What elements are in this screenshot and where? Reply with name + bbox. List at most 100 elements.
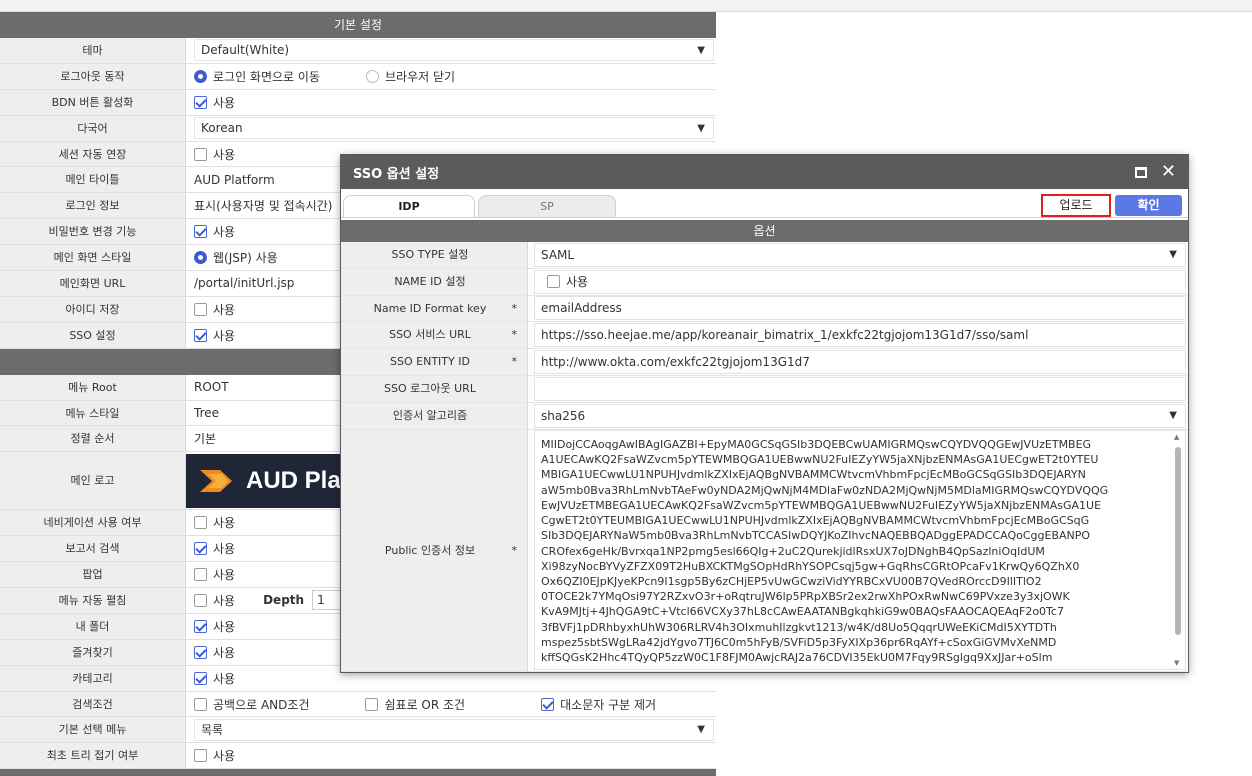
tab-sp[interactable]: SP (478, 195, 616, 217)
scroll-thumb[interactable] (1175, 447, 1181, 636)
maximize-icon[interactable] (1134, 166, 1147, 178)
row-label: 검색조건 (0, 691, 186, 717)
field-name-id-format: Name ID Format key * emailAddress (341, 295, 1188, 323)
required-mark: * (511, 355, 518, 369)
cert-algorithm-select[interactable]: sha256 ▼ (534, 403, 1186, 428)
checkbox-label: 사용 (213, 302, 236, 317)
field-label: SSO TYPE 설정 (341, 242, 528, 268)
confirm-button[interactable]: 확인 (1115, 195, 1182, 216)
row-label: 로그인 정보 (0, 193, 186, 219)
row-theme: 테마 Default(White) ▼ (0, 38, 716, 64)
sso-options-dialog: SSO 옵션 설정 ✕ IDP SP 업로드 확인 옵션 SSO TYPE 설정… (340, 154, 1189, 673)
checkbox-icon (194, 697, 207, 711)
row-label: 메뉴 Root (0, 374, 186, 400)
row-label: 최초 트리 접기 여부 (0, 743, 186, 769)
field-label: SSO ENTITY ID * (341, 349, 528, 375)
popup-checkbox[interactable] (194, 568, 207, 582)
row-logout-action: 로그아웃 동작 로그인 화면으로 이동 브라우저 닫기 (0, 63, 716, 90)
logout-option-close-browser[interactable]: 브라우저 닫기 (366, 68, 455, 85)
checkbox-icon (365, 697, 379, 711)
public-cert-textarea[interactable]: MIIDojCCAoqgAwIBAgIGAZBI+EpyMA0GCSqGSIb3… (534, 430, 1186, 671)
scroll-down-icon[interactable]: ▼ (1174, 659, 1179, 667)
field-label-text: SSO ENTITY ID (390, 355, 470, 369)
chevron-down-icon: ▼ (697, 724, 705, 736)
dialog-tabbar: IDP SP 업로드 확인 (341, 189, 1188, 218)
row-label: 기본 선택 메뉴 (0, 717, 186, 743)
scroll-up-icon[interactable]: ▲ (1174, 433, 1179, 441)
tree-collapse-checkbox[interactable] (194, 749, 207, 763)
row-label: BDN 버튼 활성화 (0, 89, 186, 115)
theme-select[interactable]: Default(White) ▼ (194, 39, 714, 62)
menu-auto-expand-checkbox[interactable] (194, 593, 207, 607)
sso-entity-id-input[interactable]: http://www.okta.com/exkfc22tgjojom13G1d7 (534, 350, 1186, 375)
language-select[interactable]: Korean ▼ (194, 117, 714, 140)
required-mark: * (511, 328, 518, 342)
language-select-value: Korean (201, 121, 243, 136)
session-extend-checkbox[interactable] (194, 147, 207, 161)
logout-option-login[interactable]: 로그인 화면으로 이동 (194, 68, 320, 85)
search-option-and[interactable]: 공백으로 AND조건 (194, 696, 309, 713)
favorites-checkbox[interactable] (194, 645, 207, 659)
row-tree-collapse: 최초 트리 접기 여부 사용 (0, 743, 716, 770)
section-header-next (0, 769, 716, 776)
option-label: 대소문자 구분 제거 (560, 697, 657, 712)
field-label-text: NAME ID 설정 (394, 274, 466, 288)
field-label-text: 인증서 알고리즘 (392, 408, 468, 422)
required-mark: * (511, 543, 518, 557)
field-label-text: Public 인증서 정보 (384, 543, 476, 557)
row-label: 비밀번호 변경 기능 (0, 219, 186, 245)
bdn-checkbox[interactable] (194, 95, 207, 109)
row-label: 세션 자동 연장 (0, 141, 186, 167)
field-label: SSO 로그아웃 URL (341, 375, 528, 402)
option-label: 공백으로 AND조건 (213, 697, 310, 712)
sso-checkbox[interactable] (194, 328, 207, 342)
field-sso-service-url: SSO 서비스 URL * https://sso.heejae.me/app/k… (341, 322, 1188, 350)
row-label: 메뉴 스타일 (0, 400, 186, 426)
name-id-format-input[interactable]: emailAddress (534, 296, 1186, 321)
row-label: SSO 설정 (0, 322, 186, 348)
row-label: 테마 (0, 38, 186, 63)
checkbox-label: 사용 (213, 542, 236, 557)
dialog-title: SSO 옵션 설정 (353, 166, 440, 182)
name-id-checkbox[interactable] (547, 275, 560, 289)
sso-logout-url-input[interactable] (534, 376, 1186, 401)
cert-scrollbar[interactable]: ▲ ▼ (1173, 433, 1183, 667)
row-label: 카테고리 (0, 665, 186, 691)
sso-service-url-input[interactable]: https://sso.heejae.me/app/koreanair_bima… (534, 323, 1186, 348)
row-label: 다국어 (0, 115, 186, 141)
tab-idp[interactable]: IDP (343, 195, 475, 217)
my-folder-checkbox[interactable] (194, 619, 207, 633)
field-name-id: NAME ID 설정 사용 (341, 268, 1188, 296)
row-bdn-button: BDN 버튼 활성화 사용 (0, 89, 716, 116)
main-style-radio[interactable] (194, 251, 207, 265)
radio-checked-icon (194, 69, 207, 83)
search-option-or[interactable]: 쉼표로 OR 조건 (365, 696, 465, 713)
save-id-checkbox[interactable] (194, 302, 207, 316)
checkbox-label: 사용 (213, 95, 236, 110)
report-search-checkbox[interactable] (194, 542, 207, 556)
navigation-checkbox[interactable] (194, 516, 207, 530)
category-checkbox[interactable] (194, 671, 207, 685)
upload-button[interactable]: 업로드 (1041, 194, 1111, 217)
depth-input[interactable]: 1 (312, 590, 343, 611)
search-option-case[interactable]: 대소문자 구분 제거 (541, 696, 656, 713)
field-sso-type: SSO TYPE 설정 SAML ▼ (341, 242, 1188, 269)
sso-type-select[interactable]: SAML ▼ (534, 242, 1186, 267)
checkbox-label: 사용 (213, 671, 236, 686)
default-menu-select[interactable]: 목록 ▼ (194, 718, 714, 741)
field-sso-entity-id: SSO ENTITY ID * http://www.okta.com/exkfc… (341, 349, 1188, 376)
radio-unchecked-icon (366, 69, 379, 83)
logo-text: AUD Pla (246, 466, 341, 494)
checkbox-label: 사용 (213, 225, 236, 240)
row-search-condition: 검색조건 공백으로 AND조건 쉼표로 OR 조건 대소문자 구분 제거 (0, 691, 716, 718)
row-label: 메인 로고 (0, 452, 186, 510)
close-icon[interactable]: ✕ (1161, 163, 1176, 181)
row-label: 네비게이션 사용 여부 (0, 510, 186, 536)
password-change-checkbox[interactable] (194, 225, 207, 239)
chevron-down-icon: ▼ (697, 44, 705, 56)
required-mark: * (511, 301, 518, 315)
option-label: 로그인 화면으로 이동 (213, 69, 320, 84)
chevron-down-icon: ▼ (1169, 410, 1177, 422)
row-label: 보고서 검색 (0, 536, 186, 562)
field-sso-logout-url: SSO 로그아웃 URL (341, 375, 1188, 403)
